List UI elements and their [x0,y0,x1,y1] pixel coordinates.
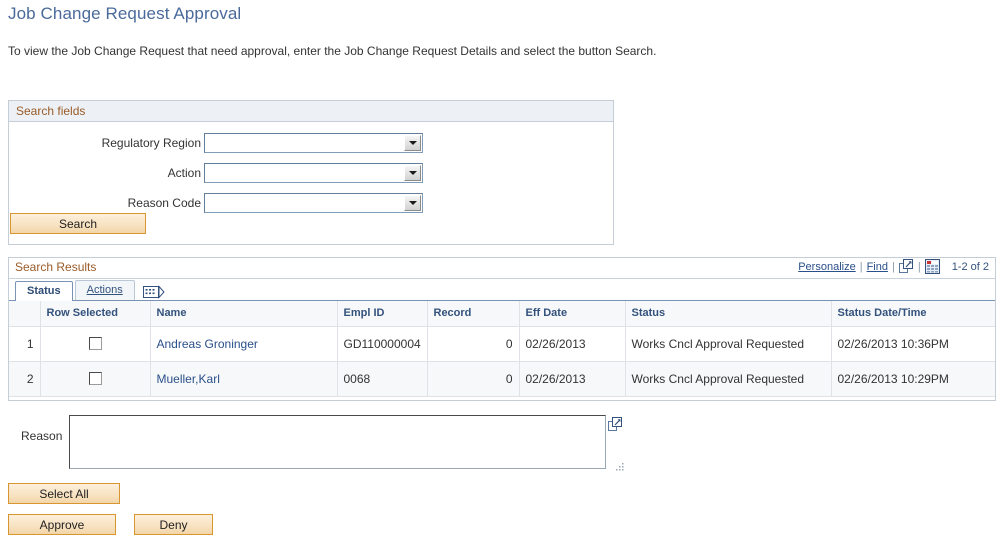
deny-button[interactable]: Deny [134,514,213,535]
find-link[interactable]: Find [867,261,888,273]
field-row-reason-code: Reason Code [9,193,429,213]
column-header-empl-id: Empl ID [337,301,428,327]
expand-view-all-icon[interactable] [898,259,914,274]
record-cell: 0 [427,326,520,362]
tab-actions-label: Actions [86,284,123,296]
download-to-spreadsheet-icon[interactable] [924,259,940,274]
eff-date-cell: 02/26/2013 [519,361,626,397]
table-row: 1 Andreas Groninger GD110000004 0 02/26/… [9,326,995,362]
row-select-checkbox[interactable] [88,372,102,385]
action-select[interactable] [204,163,423,183]
search-fields-header: Search fields [9,101,613,122]
grid-tab-strip: Status Actions [9,279,995,301]
row-number: 1 [9,326,41,362]
toolbar-separator: | [917,260,921,273]
field-row-regulatory-region: Regulatory Region [9,133,429,153]
tab-actions[interactable]: Actions [74,280,135,300]
personalize-link[interactable]: Personalize [798,261,855,273]
chevron-down-icon[interactable] [404,135,421,151]
column-header-row-selected: Row Selected [40,301,151,327]
column-header-name: Name [150,301,338,327]
record-cell: 0 [427,361,520,397]
search-results-header: Search Results Personalize | Find | | 1-… [9,258,995,279]
reason-input[interactable] [69,415,606,469]
status-datetime-cell: 02/26/2013 10:29PM [831,361,995,397]
toolbar-separator: | [891,260,895,273]
row-select-checkbox[interactable] [88,337,102,350]
show-all-columns-icon[interactable] [142,285,165,299]
status-datetime-cell: 02/26/2013 10:36PM [831,326,995,362]
column-header-rownum [9,301,41,327]
search-button[interactable]: Search [10,213,146,234]
toolbar-separator: | [859,260,863,273]
chevron-down-icon[interactable] [404,195,421,211]
status-cell: Works Cncl Approval Requested [625,326,832,362]
reason-code-label: Reason Code [127,196,201,210]
eff-date-cell: 02/26/2013 [519,326,626,362]
resize-grip-icon [616,463,624,471]
page-title: Job Change Request Approval [8,4,242,23]
regulatory-region-select[interactable] [204,133,423,153]
name-link[interactable]: Andreas Groninger [157,337,258,351]
status-cell: Works Cncl Approval Requested [625,361,832,397]
column-header-eff-date: Eff Date [519,301,626,327]
regulatory-region-label: Regulatory Region [101,136,201,150]
expand-field-icon[interactable] [608,417,623,432]
name-cell: Andreas Groninger [150,326,338,362]
action-label: Action [167,166,201,180]
search-results-panel: Search Results Personalize | Find | | 1-… [8,257,996,401]
tab-status[interactable]: Status [15,281,73,301]
row-selected-cell [40,326,151,362]
approve-button[interactable]: Approve [8,514,116,535]
column-header-record: Record [427,301,520,327]
reason-code-select[interactable] [204,193,423,213]
name-cell: Mueller,Karl [150,361,338,397]
column-header-status: Status [625,301,832,327]
column-header-status-datetime: Status Date/Time [831,301,995,327]
field-row-action: Action [9,163,429,183]
reason-label: Reason [21,429,63,443]
empl-id-cell: GD110000004 [337,326,428,362]
chevron-down-icon[interactable] [404,165,421,181]
grid-toolbar: Personalize | Find | | 1-2 of 2 [798,259,989,274]
empl-id-cell: 0068 [337,361,428,397]
row-selected-cell [40,361,151,397]
row-counter: 1-2 of 2 [951,260,989,273]
reason-block: Reason [8,415,628,475]
select-all-button[interactable]: Select All [8,483,120,504]
search-results-title: Search Results [15,260,97,274]
page-instructions: To view the Job Change Request that need… [8,44,657,58]
name-link[interactable]: Mueller,Karl [157,372,220,386]
search-results-grid: Row Selected Name Empl ID Record Eff Dat… [9,301,995,397]
table-row: 2 Mueller,Karl 0068 0 02/26/2013 Works C… [9,361,995,397]
row-number: 2 [9,361,41,397]
grid-header-row: Row Selected Name Empl ID Record Eff Dat… [9,301,995,327]
